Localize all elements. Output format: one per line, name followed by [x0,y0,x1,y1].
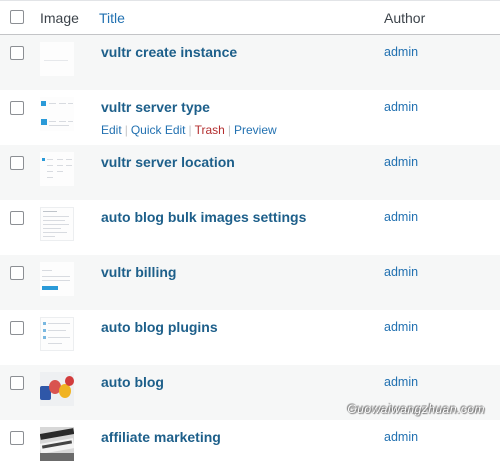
row-checkbox[interactable] [10,156,24,170]
separator: | [124,123,128,137]
table-row: vultr billing admin [0,255,500,310]
row-checkbox[interactable] [10,431,24,445]
post-author-link[interactable]: admin [384,375,418,389]
post-thumbnail[interactable] [40,42,74,76]
separator: | [227,123,231,137]
edit-link[interactable]: Edit [101,123,122,137]
posts-table: Image Title Author vultr create instance… [0,0,500,465]
post-title-link[interactable]: vultr server type [101,99,210,115]
column-header-image: Image [40,10,79,26]
row-checkbox[interactable] [10,321,24,335]
post-thumbnail[interactable] [40,97,74,131]
table-row: vultr server type admin Edit | Quick Edit |… [0,90,500,145]
table-header: Image Title Author [0,1,500,35]
trash-link[interactable]: Trash [195,123,225,137]
post-author-link[interactable]: admin [384,430,418,444]
row-checkbox[interactable] [10,376,24,390]
separator: | [188,123,192,137]
post-author-link[interactable]: admin [384,265,418,279]
post-author-link[interactable]: admin [384,155,418,169]
post-thumbnail[interactable] [40,262,74,296]
post-title-link[interactable]: auto blog [101,374,164,390]
post-title-link[interactable]: auto blog plugins [101,319,218,335]
preview-link[interactable]: Preview [234,123,277,137]
column-header-author: Author [384,10,426,26]
row-checkbox[interactable] [10,266,24,280]
post-thumbnail[interactable] [40,372,74,406]
post-title-link[interactable]: vultr billing [101,264,176,280]
row-checkbox[interactable] [10,46,24,60]
post-author-link[interactable]: admin [384,320,418,334]
table-row: vultr server location admin [0,145,500,200]
post-title-link[interactable]: affiliate marketing [101,429,221,445]
quick-edit-link[interactable]: Quick Edit [131,123,186,137]
column-header-title-sort-link[interactable]: Title [99,10,125,26]
table-row: auto blog bulk images settings admin [0,200,500,255]
table-row: affiliate marketing admin [0,420,500,465]
post-title-link[interactable]: auto blog bulk images settings [101,209,306,225]
post-title-link[interactable]: vultr create instance [101,44,237,60]
row-actions: Edit | Quick Edit | Trash | Preview [101,123,277,137]
table-row: auto blog plugins admin [0,310,500,365]
row-checkbox[interactable] [10,101,24,115]
post-thumbnail[interactable] [40,317,74,351]
post-author-link[interactable]: admin [384,45,418,59]
row-checkbox[interactable] [10,211,24,225]
post-thumbnail[interactable] [40,152,74,186]
post-thumbnail[interactable] [40,427,74,461]
select-all-checkbox[interactable] [10,10,24,24]
watermark: Guowaiwangzhuan.com [347,402,485,416]
post-author-link[interactable]: admin [384,100,418,114]
post-thumbnail[interactable] [40,207,74,241]
post-title-link[interactable]: vultr server location [101,154,235,170]
table-row: vultr create instance admin [0,35,500,90]
post-author-link[interactable]: admin [384,210,418,224]
